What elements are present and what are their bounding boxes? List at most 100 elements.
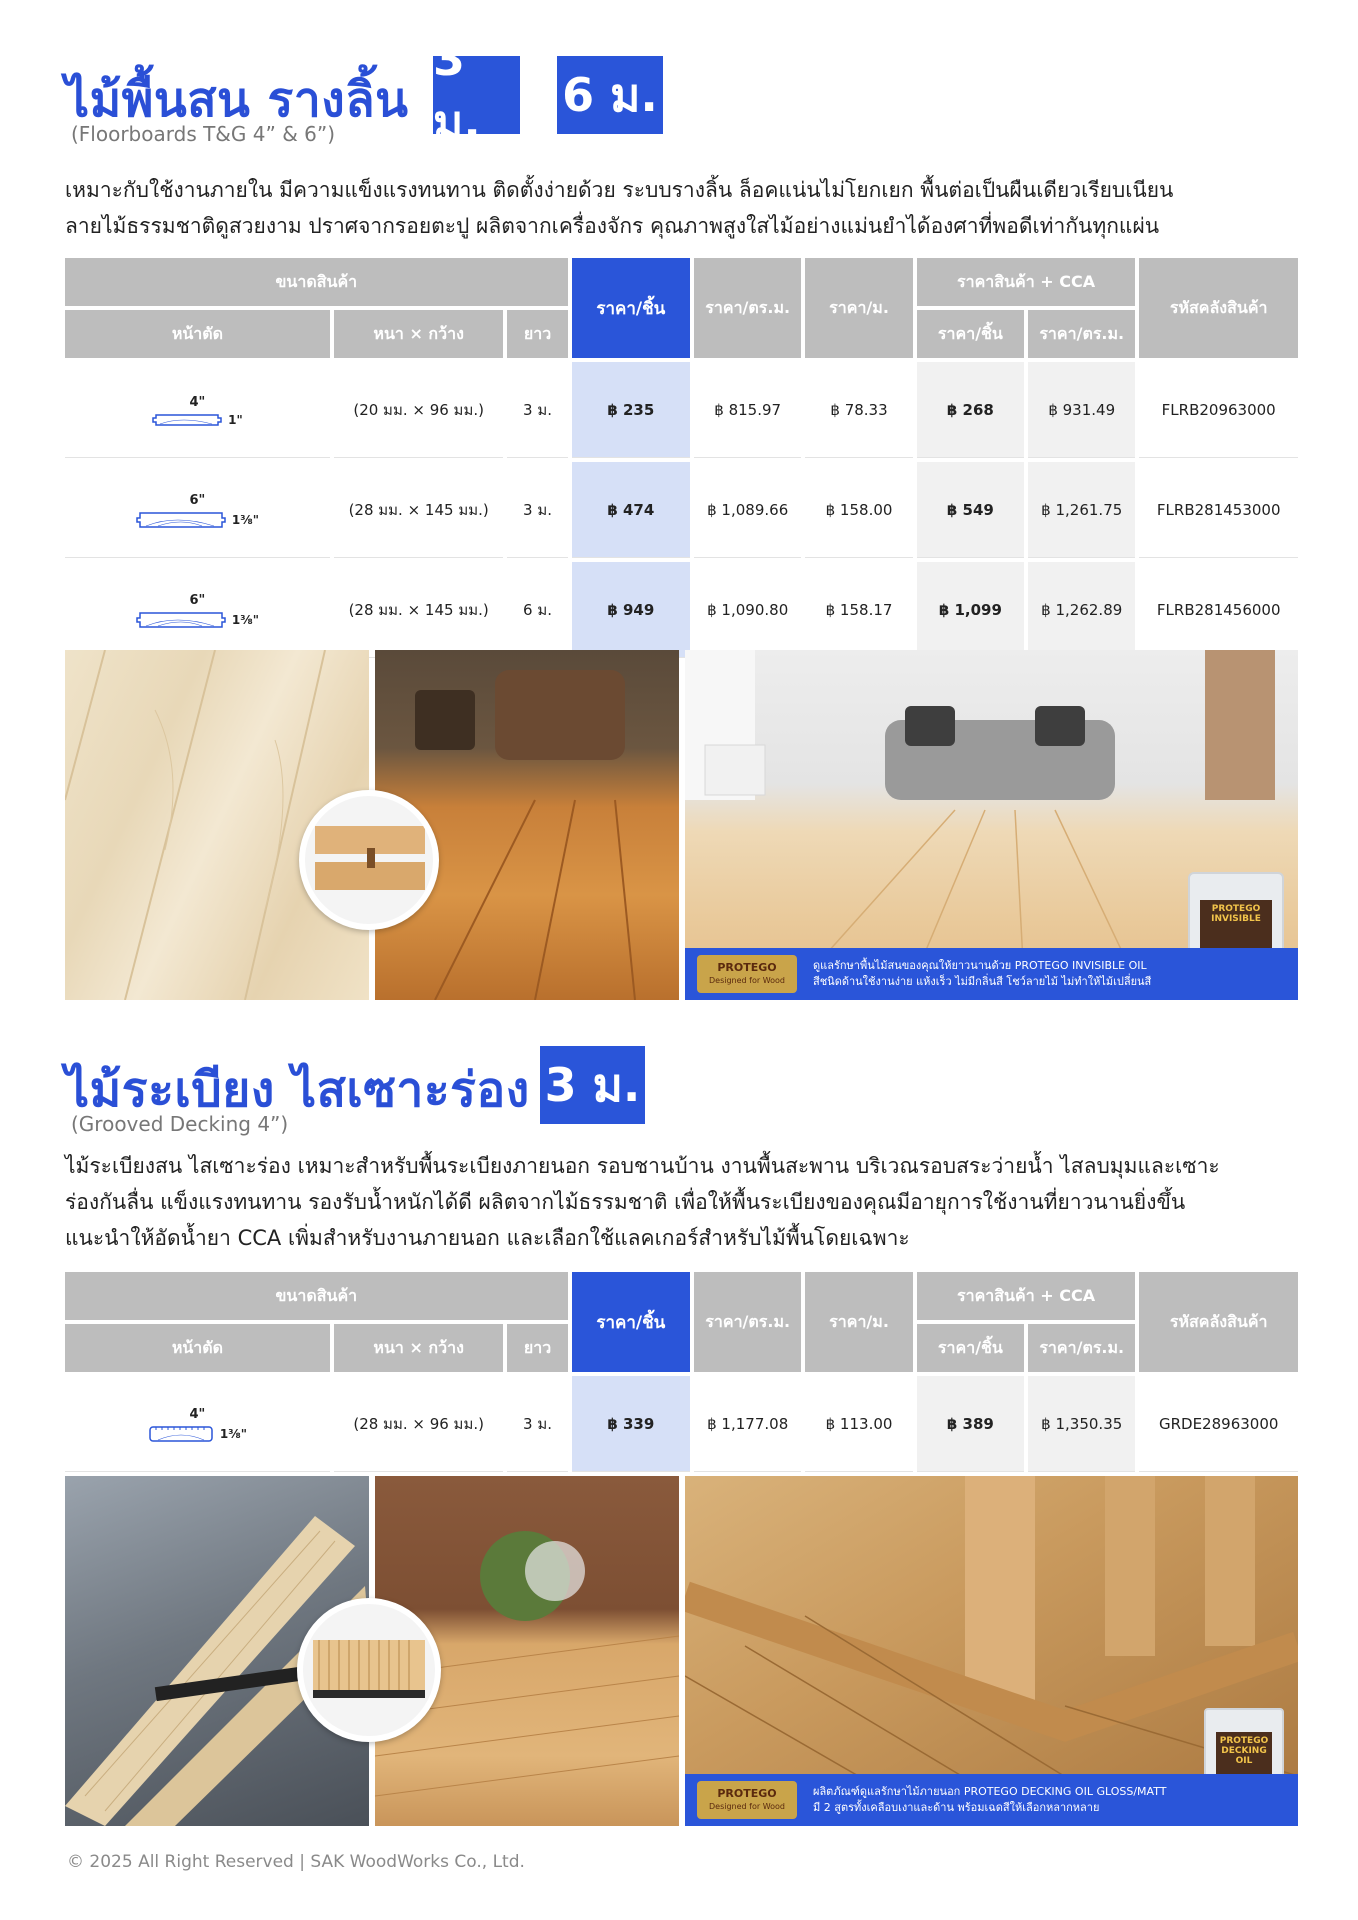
table-row: 6" 1⅜" (28 มม. × 145 มม.) 6 ม. ฿ 949 ฿ 1… — [65, 562, 1298, 658]
description-line: ลายไม้ธรรมชาติดูสวยงาม ปราศจากรอยตะปู ผล… — [65, 214, 1160, 238]
promo-text: ดูแลรักษาพื้นไม้สนของคุณให้ยาวนานด้วย PR… — [813, 958, 1151, 990]
decking-title-row: ไม้ระเบียง ไสเซาะร่อง (Grooved Decking 4… — [65, 1046, 1298, 1148]
cca-piece-cell: ฿ 1,099 — [916, 562, 1025, 658]
grooved-board-detail-image — [297, 1598, 441, 1742]
cca-sqm-cell: ฿ 1,261.75 — [1028, 462, 1136, 558]
decking-profile-icon: 4" 1⅜" — [148, 1407, 247, 1444]
sku-cell: FLRB281456000 — [1139, 562, 1298, 658]
product-description: ไม้ระเบียงสน ไสเซาะร่อง เหมาะสำหรับพื้นร… — [65, 1148, 1298, 1256]
decking-photo-strip: PROTEGO DECKING OIL PROTEGO Designed for… — [65, 1476, 1298, 1826]
header-length: ยาว — [507, 310, 568, 358]
decking-section: ไม้ระเบียง ไสเซาะร่อง (Grooved Decking 4… — [65, 1046, 1298, 1476]
price-piece-cell: ฿ 339 — [571, 1376, 691, 1472]
promo-line: มี 2 สูตรทั้งเคลือบเงาและด้าน พร้อมเฉดสี… — [813, 1801, 1100, 1814]
price-piece-cell: ฿ 949 — [571, 562, 691, 658]
table-row: 4" 1" (20 มม. × 96 มม.) 3 ม. ฿ 235 ฿ 815… — [65, 362, 1298, 458]
header-sku: รหัสคลังสินค้า — [1139, 1272, 1298, 1372]
floorboards-photo-strip: PROTEGO INVISIBLE PROTEGO Designed for W… — [65, 650, 1298, 1000]
description-line: แนะนำให้อัดน้ำยา CCA เพิ่มสำหรับงานภายนอ… — [65, 1226, 910, 1250]
dims-cell: (28 มม. × 145 มม.) — [333, 562, 504, 658]
header-cca-group: ราคาสินค้า + CCA — [916, 1272, 1136, 1320]
price-m-cell: ฿ 158.17 — [805, 562, 913, 658]
sku-cell: GRDE28963000 — [1139, 1376, 1298, 1472]
length-cell: 3 ม. — [507, 362, 568, 458]
deck-railing-image: PROTEGO DECKING OIL PROTEGO Designed for… — [685, 1476, 1298, 1826]
interior-pine-floor-image: PROTEGO INVISIBLE PROTEGO Designed for W… — [685, 650, 1298, 1000]
header-size-group: ขนาดสินค้า — [65, 258, 568, 306]
price-m-cell: ฿ 113.00 — [805, 1376, 913, 1472]
cross-section-cell: 6" 1⅜" — [65, 562, 330, 658]
header-price-m: ราคา/ม. — [805, 1272, 913, 1372]
page-subtitle: (Floorboards T&G 4” & 6”) — [71, 122, 336, 146]
protego-promo-banner: PROTEGO Designed for Wood ดูแลรักษาพื้นไ… — [685, 948, 1298, 1000]
floorboards-title-row: ไม้พื้นสน รางลิ้น (Floorboards T&G 4” & … — [65, 32, 1298, 172]
protego-logo-text: PROTEGO — [717, 961, 777, 974]
cross-section-cell: 6" 1⅜" — [65, 462, 330, 558]
protego-logo: PROTEGO Designed for Wood — [697, 1781, 797, 1819]
promo-line: ผลิตภัณฑ์ดูแลรักษาไม้ภายนอก PROTEGO DECK… — [813, 1785, 1167, 1798]
table-row: 6" 1⅜" (28 มม. × 145 มม.) 3 ม. ฿ 474 ฿ 1… — [65, 462, 1298, 558]
description-line: เหมาะกับใช้งานภายใน มีความแข็งแรงทนทาน ต… — [65, 178, 1174, 202]
header-cca-piece: ราคา/ชิ้น — [916, 1324, 1025, 1372]
cca-sqm-cell: ฿ 1,262.89 — [1028, 562, 1136, 658]
price-table: ขนาดสินค้า ราคา/ชิ้น ราคา/ตร.ม. ราคา/ม. … — [61, 1268, 1302, 1476]
length-badge-6m: 6 ม. — [557, 56, 663, 134]
header-cross-section: หน้าตัด — [65, 310, 330, 358]
protego-logo-sub: Designed for Wood — [708, 1802, 785, 1811]
price-sqm-cell: ฿ 815.97 — [694, 362, 802, 458]
profile-width: 6" — [189, 492, 206, 508]
profile-width: 4" — [189, 394, 206, 410]
section-subtitle: (Grooved Decking 4”) — [71, 1112, 289, 1136]
product-description: เหมาะกับใช้งานภายใน มีความแข็งแรงทนทาน ต… — [65, 172, 1298, 244]
cross-section-cell: 4" 1" — [65, 362, 330, 458]
floorboards-section: ไม้พื้นสน รางลิ้น (Floorboards T&G 4” & … — [65, 32, 1298, 662]
profile-width: 4" — [189, 1406, 206, 1422]
header-thickness-width: หนา × กว้าง — [333, 310, 504, 358]
promo-line: ดูแลรักษาพื้นไม้สนของคุณให้ยาวนานด้วย PR… — [813, 959, 1147, 972]
price-sqm-cell: ฿ 1,089.66 — [694, 462, 802, 558]
protego-logo-text: PROTEGO — [717, 1787, 777, 1800]
header-thickness-width: หนา × กว้าง — [333, 1324, 504, 1372]
length-badge-3m: 3 ม. — [540, 1046, 645, 1124]
length-cell: 6 ม. — [507, 562, 568, 658]
description-line: ไม้ระเบียงสน ไสเซาะร่อง เหมาะสำหรับพื้นร… — [65, 1154, 1220, 1178]
header-length: ยาว — [507, 1324, 568, 1372]
cca-sqm-cell: ฿ 931.49 — [1028, 362, 1136, 458]
header-price-piece: ราคา/ชิ้น — [571, 258, 691, 358]
length-cell: 3 ม. — [507, 462, 568, 558]
header-sku: รหัสคลังสินค้า — [1139, 258, 1298, 358]
header-cca-piece: ราคา/ชิ้น — [916, 310, 1025, 358]
price-sqm-cell: ฿ 1,090.80 — [694, 562, 802, 658]
dims-cell: (20 มม. × 96 มม.) — [333, 362, 504, 458]
table-row: 4" 1⅜" (28 มม. × 96 มม.) 3 ม. ฿ 339 ฿ 1,… — [65, 1376, 1298, 1472]
price-sqm-cell: ฿ 1,177.08 — [694, 1376, 802, 1472]
price-m-cell: ฿ 78.33 — [805, 362, 913, 458]
profile-thickness: 1⅜" — [231, 512, 259, 527]
sku-cell: FLRB281453000 — [1139, 462, 1298, 558]
protego-promo-banner: PROTEGO Designed for Wood ผลิตภัณฑ์ดูแลร… — [685, 1774, 1298, 1826]
header-cca-sqm: ราคา/ตร.ม. — [1028, 1324, 1136, 1372]
price-piece-cell: ฿ 474 — [571, 462, 691, 558]
header-cca-sqm: ราคา/ตร.ม. — [1028, 310, 1136, 358]
length-badge-3m: 3 ม. — [433, 32, 520, 149]
header-price-m: ราคา/ม. — [805, 258, 913, 358]
tg-profile-icon: 6" 1⅜" — [136, 593, 259, 630]
price-piece-cell: ฿ 235 — [571, 362, 691, 458]
price-table: ขนาดสินค้า ราคา/ชิ้น ราคา/ตร.ม. ราคา/ม. … — [61, 254, 1302, 662]
promo-line: สีชนิดด้านใช้งานง่าย แห้งเร็ว ไม่มีกลิ่น… — [813, 975, 1152, 988]
profile-thickness: 1⅜" — [231, 612, 259, 627]
dims-cell: (28 มม. × 96 มม.) — [333, 1376, 504, 1472]
cross-section-cell: 4" 1⅜" — [65, 1376, 330, 1472]
profile-width: 6" — [189, 592, 206, 608]
cca-piece-cell: ฿ 268 — [916, 362, 1025, 458]
protego-logo: PROTEGO Designed for Wood — [697, 955, 797, 993]
description-line: ร่องกันลื่น แข็งแรงทนทาน รองรับน้ำหนักได… — [65, 1190, 1186, 1214]
copyright-footer: © 2025 All Right Reserved | SAK WoodWork… — [67, 1852, 525, 1872]
dims-cell: (28 มม. × 145 มม.) — [333, 462, 504, 558]
cca-sqm-cell: ฿ 1,350.35 — [1028, 1376, 1136, 1472]
header-cca-group: ราคาสินค้า + CCA — [916, 258, 1136, 306]
header-cross-section: หน้าตัด — [65, 1324, 330, 1372]
length-cell: 3 ม. — [507, 1376, 568, 1472]
profile-thickness: 1⅜" — [219, 1426, 247, 1441]
cca-piece-cell: ฿ 389 — [916, 1376, 1025, 1472]
